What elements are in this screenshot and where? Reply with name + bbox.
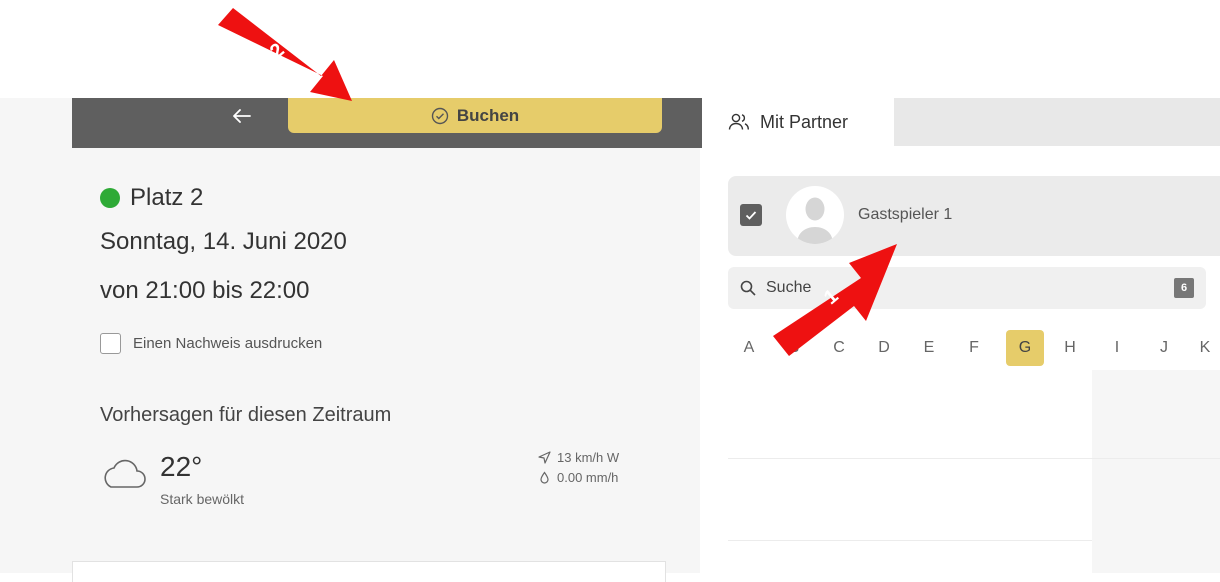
search-icon	[740, 280, 756, 296]
list-divider	[728, 458, 1220, 459]
info-card	[72, 561, 666, 582]
book-button[interactable]: Buchen	[288, 98, 662, 133]
player-list	[728, 370, 1092, 573]
rain-value: 0.00 mm/h	[557, 470, 619, 485]
arrow-left-icon	[233, 108, 251, 123]
booking-date: Sonntag, 14. Juni 2020	[100, 228, 347, 255]
letter-k[interactable]: K	[1190, 330, 1220, 366]
wind-value: 13 km/h W	[557, 450, 620, 465]
annotation-label-2: 2	[265, 39, 289, 64]
avatar	[786, 186, 844, 244]
letter-h[interactable]: H	[1051, 330, 1089, 366]
tab-strip	[894, 98, 1220, 146]
player-name: Gastspieler 1	[858, 206, 953, 223]
status-dot-icon	[100, 188, 120, 208]
rain-info: 0.00 mm/h	[538, 470, 618, 485]
print-receipt-label: Einen Nachweis ausdrucken	[133, 335, 323, 352]
book-button-label: Buchen	[456, 105, 520, 125]
letter-d[interactable]: D	[865, 330, 903, 366]
navigation-icon	[538, 451, 551, 464]
letter-a[interactable]: A	[730, 330, 768, 366]
print-receipt-option[interactable]: Einen Nachweis ausdrucken	[100, 333, 322, 354]
booking-panel: Buchen Platz 2 Sonntag, 14. Juni 2020 vo…	[0, 98, 702, 582]
tab-with-partner-label: Mit Partner	[760, 111, 849, 132]
selected-player-card[interactable]: Gastspieler 1	[728, 176, 1220, 256]
wind-info: 13 km/h W	[538, 450, 619, 465]
booking-toolbar: Buchen	[72, 98, 702, 148]
list-divider	[728, 540, 1092, 541]
temperature: 22°	[160, 451, 203, 482]
users-icon	[728, 113, 749, 130]
user-silhouette-icon	[797, 197, 833, 244]
letter-f[interactable]: F	[955, 330, 993, 366]
forecast-title: Vorhersagen für diesen Zeitraum	[100, 404, 392, 426]
tab-with-partner[interactable]: Mit Partner	[714, 98, 894, 146]
letter-j[interactable]: J	[1145, 330, 1183, 366]
letter-b[interactable]: B	[775, 330, 813, 366]
player-list-side	[1092, 370, 1220, 573]
court-heading: Platz 2	[100, 184, 203, 212]
cloud-icon	[104, 459, 146, 488]
check-icon	[745, 211, 757, 220]
player-search[interactable]: 6	[728, 267, 1206, 309]
weather-condition: Stark bewölkt	[160, 491, 245, 507]
letter-c[interactable]: C	[820, 330, 858, 366]
back-button[interactable]	[222, 98, 262, 133]
letter-g[interactable]: G	[1006, 330, 1044, 366]
letter-e[interactable]: E	[910, 330, 948, 366]
print-receipt-checkbox[interactable]	[100, 333, 121, 354]
droplet-icon	[540, 471, 549, 484]
result-count-badge: 6	[1174, 278, 1194, 298]
player-checkbox[interactable]	[740, 204, 762, 226]
court-name: Platz 2	[130, 184, 204, 211]
letter-i[interactable]: I	[1098, 330, 1136, 366]
check-circle-icon	[431, 107, 449, 124]
booking-time: von 21:00 bis 22:00	[100, 277, 310, 304]
